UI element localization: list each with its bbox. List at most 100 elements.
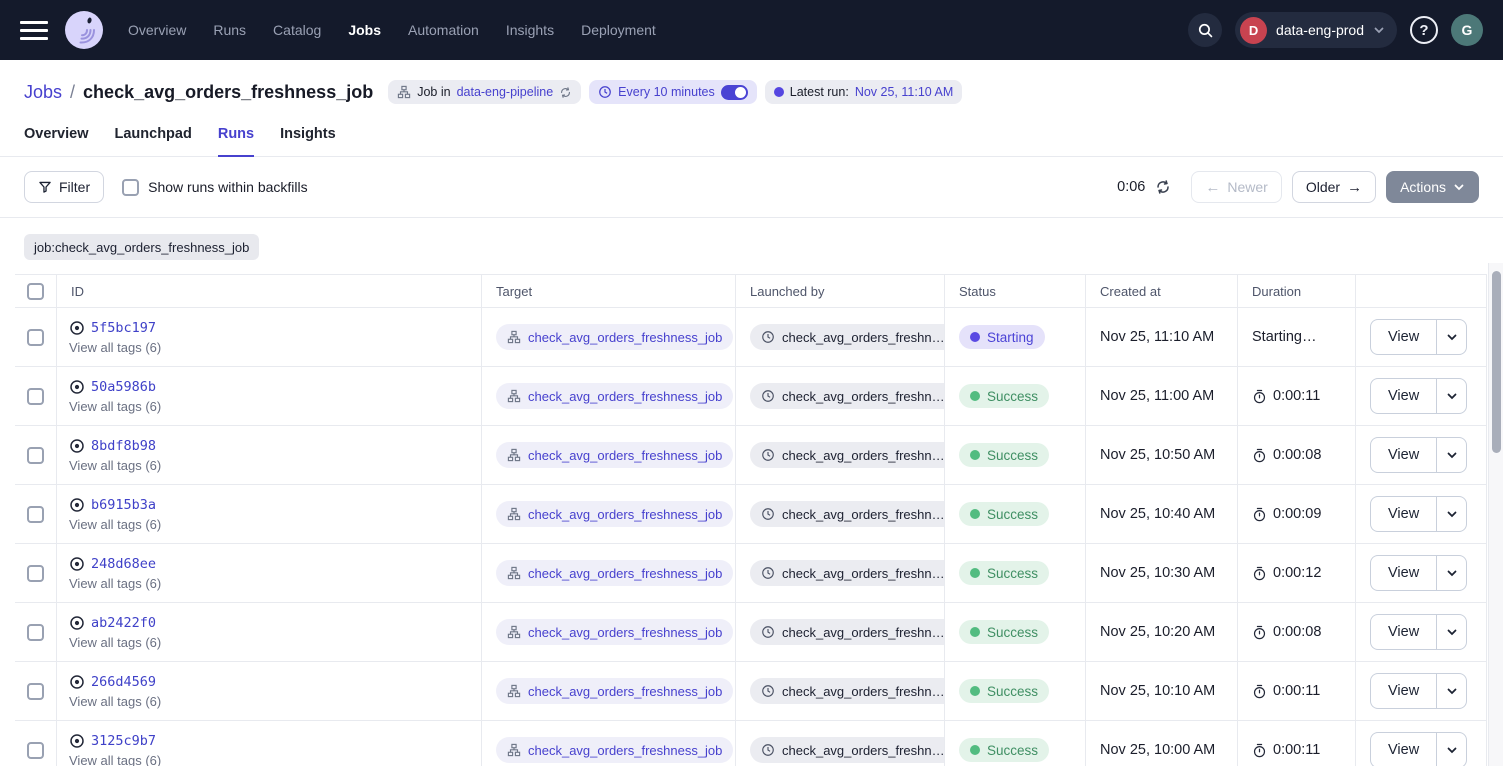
runs-table: ID Target Launched by Status Created at … xyxy=(15,274,1487,766)
launched-by-pill[interactable]: check_avg_orders_freshn… xyxy=(750,619,945,645)
pipeline-link[interactable]: data-eng-pipeline xyxy=(457,85,554,99)
view-dropdown-button[interactable] xyxy=(1436,673,1467,709)
nav-item-automation[interactable]: Automation xyxy=(408,22,479,38)
target-job-link[interactable]: check_avg_orders_freshness_job xyxy=(528,684,722,699)
target-job-link[interactable]: check_avg_orders_freshness_job xyxy=(528,448,722,463)
breadcrumb-jobs-link[interactable]: Jobs xyxy=(24,82,62,103)
nav-item-runs[interactable]: Runs xyxy=(213,22,246,38)
duration-value: 0:00:11 xyxy=(1273,742,1320,758)
target-job-link[interactable]: check_avg_orders_freshness_job xyxy=(528,507,722,522)
chevron-down-icon xyxy=(1446,508,1458,520)
row-checkbox[interactable] xyxy=(27,742,44,759)
nav-item-jobs[interactable]: Jobs xyxy=(348,22,381,38)
filter-button[interactable]: Filter xyxy=(24,171,104,203)
backfills-checkbox[interactable] xyxy=(122,179,139,196)
view-dropdown-button[interactable] xyxy=(1436,496,1467,532)
row-checkbox[interactable] xyxy=(27,506,44,523)
run-id-link[interactable]: 248d68ee xyxy=(91,556,156,572)
run-id-link[interactable]: b6915b3a xyxy=(91,497,156,513)
launched-by-pill[interactable]: check_avg_orders_freshn… xyxy=(750,501,945,527)
select-all-checkbox[interactable] xyxy=(27,283,44,300)
nav-item-deployment[interactable]: Deployment xyxy=(581,22,656,38)
newer-button[interactable]: ← Newer xyxy=(1191,171,1281,203)
tab-runs[interactable]: Runs xyxy=(218,126,254,157)
view-button[interactable]: View xyxy=(1370,555,1436,591)
run-id-link[interactable]: 8bdf8b98 xyxy=(91,438,156,454)
view-button[interactable]: View xyxy=(1370,614,1436,650)
launched-by-pill[interactable]: check_avg_orders_freshn… xyxy=(750,560,945,586)
view-button[interactable]: View xyxy=(1370,319,1436,355)
launched-by-pill[interactable]: check_avg_orders_freshn… xyxy=(750,737,945,763)
view-all-tags-link[interactable]: View all tags (6) xyxy=(69,458,161,473)
nav-item-overview[interactable]: Overview xyxy=(128,22,186,38)
view-all-tags-link[interactable]: View all tags (6) xyxy=(69,517,161,532)
help-icon[interactable]: ? xyxy=(1410,16,1438,44)
run-id-link[interactable]: 5f5bc197 xyxy=(91,320,156,336)
view-all-tags-link[interactable]: View all tags (6) xyxy=(69,340,161,355)
nav-item-insights[interactable]: Insights xyxy=(506,22,554,38)
target-job-link[interactable]: check_avg_orders_freshness_job xyxy=(528,330,722,345)
row-checkbox[interactable] xyxy=(27,388,44,405)
chevron-down-icon xyxy=(1453,181,1465,193)
view-all-tags-link[interactable]: View all tags (6) xyxy=(69,635,161,650)
view-all-tags-link[interactable]: View all tags (6) xyxy=(69,576,161,591)
latest-run-link[interactable]: Nov 25, 11:10 AM xyxy=(855,85,953,99)
view-dropdown-button[interactable] xyxy=(1436,732,1467,766)
view-dropdown-button[interactable] xyxy=(1436,319,1467,355)
status-badge: Success xyxy=(959,443,1049,467)
target-job-link[interactable]: check_avg_orders_freshness_job xyxy=(528,566,722,581)
launched-by-pill[interactable]: check_avg_orders_freshn… xyxy=(750,678,945,704)
tab-overview[interactable]: Overview xyxy=(24,126,89,157)
duration-value: 0:00:11 xyxy=(1273,683,1320,699)
nav-item-catalog[interactable]: Catalog xyxy=(273,22,321,38)
view-dropdown-button[interactable] xyxy=(1436,378,1467,414)
view-all-tags-link[interactable]: View all tags (6) xyxy=(69,399,161,414)
launched-by-pill[interactable]: check_avg_orders_freshn… xyxy=(750,442,945,468)
search-icon[interactable] xyxy=(1188,13,1222,47)
view-all-tags-link[interactable]: View all tags (6) xyxy=(69,753,161,766)
vertical-scrollbar[interactable] xyxy=(1488,263,1503,766)
older-button[interactable]: Older → xyxy=(1292,171,1376,203)
launched-by-pill[interactable]: check_avg_orders_freshn… xyxy=(750,383,945,409)
run-id-link[interactable]: 266d4569 xyxy=(91,674,156,690)
dagster-logo-icon[interactable] xyxy=(64,10,104,50)
view-button[interactable]: View xyxy=(1370,732,1436,766)
active-filter-tag[interactable]: job:check_avg_orders_freshness_job xyxy=(24,234,259,260)
view-button[interactable]: View xyxy=(1370,378,1436,414)
row-checkbox[interactable] xyxy=(27,565,44,582)
user-avatar[interactable]: G xyxy=(1451,14,1483,46)
run-id-link[interactable]: 3125c9b7 xyxy=(91,733,156,749)
view-all-tags-link[interactable]: View all tags (6) xyxy=(69,694,161,709)
actions-button[interactable]: Actions xyxy=(1386,171,1479,203)
target-job-link[interactable]: check_avg_orders_freshness_job xyxy=(528,625,722,640)
target-job-link[interactable]: check_avg_orders_freshness_job xyxy=(528,389,722,404)
menu-icon[interactable] xyxy=(20,21,48,40)
row-checkbox[interactable] xyxy=(27,447,44,464)
schedule-toggle[interactable] xyxy=(721,85,748,100)
view-dropdown-button[interactable] xyxy=(1436,555,1467,591)
row-checkbox[interactable] xyxy=(27,683,44,700)
tab-insights[interactable]: Insights xyxy=(280,126,336,157)
view-dropdown-button[interactable] xyxy=(1436,437,1467,473)
view-dropdown-button[interactable] xyxy=(1436,614,1467,650)
launched-by-pill[interactable]: check_avg_orders_freshn… xyxy=(750,324,945,350)
view-button[interactable]: View xyxy=(1370,673,1436,709)
target-job-link[interactable]: check_avg_orders_freshness_job xyxy=(528,743,722,758)
workspace-avatar: D xyxy=(1240,17,1267,44)
tab-launchpad[interactable]: Launchpad xyxy=(115,126,192,157)
stopwatch-icon xyxy=(1252,507,1267,522)
sync-icon[interactable] xyxy=(559,86,572,99)
run-id-link[interactable]: ab2422f0 xyxy=(91,615,156,631)
chevron-down-icon xyxy=(1446,390,1458,402)
workspace-switcher[interactable]: D data-eng-prod xyxy=(1235,12,1397,48)
clock-icon xyxy=(761,684,775,698)
view-button[interactable]: View xyxy=(1370,496,1436,532)
clock-icon xyxy=(761,389,775,403)
duration-value: 0:00:11 xyxy=(1273,388,1320,404)
view-button[interactable]: View xyxy=(1370,437,1436,473)
refresh-icon[interactable] xyxy=(1155,179,1171,195)
run-id-link[interactable]: 50a5986b xyxy=(91,379,156,395)
scrollbar-thumb[interactable] xyxy=(1492,271,1501,453)
row-checkbox[interactable] xyxy=(27,329,44,346)
row-checkbox[interactable] xyxy=(27,624,44,641)
